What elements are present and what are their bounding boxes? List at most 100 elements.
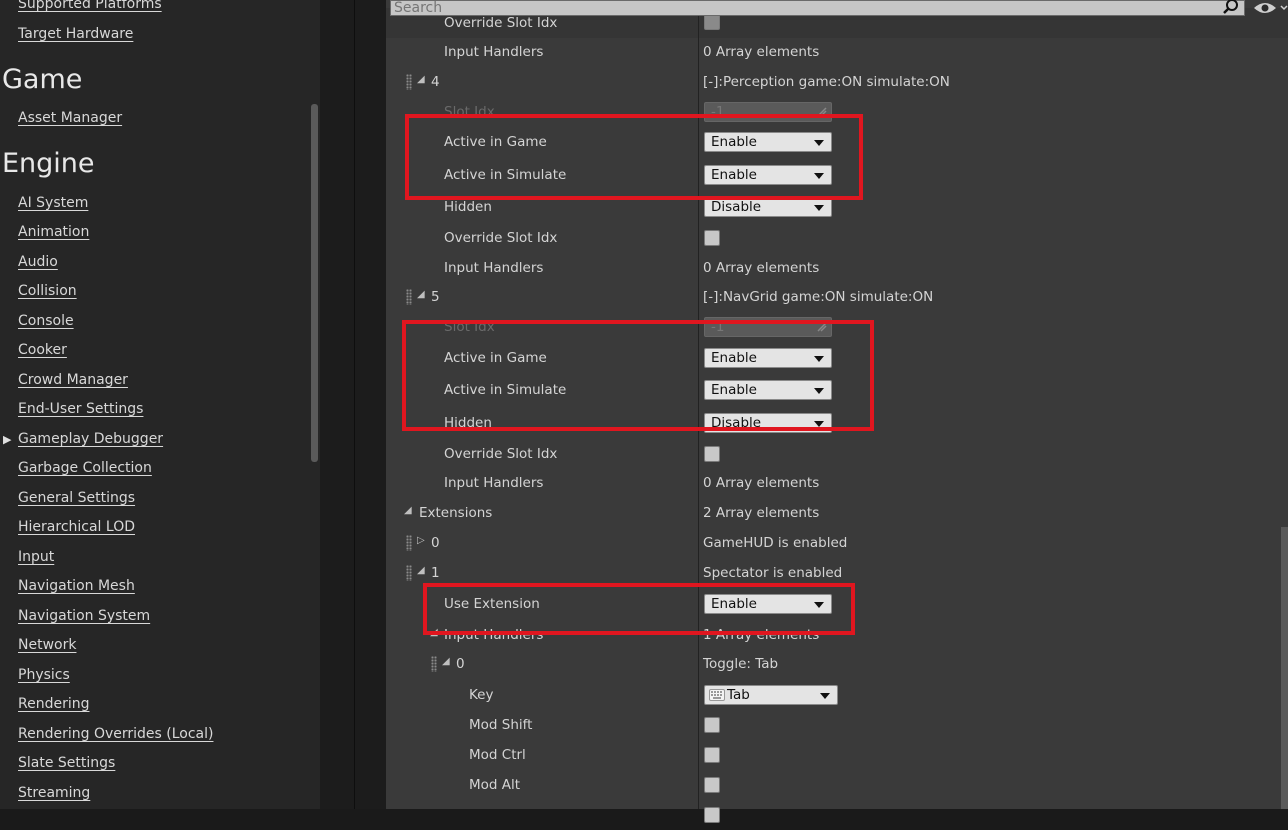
element-index: 0	[431, 535, 440, 551]
sidebar-item-cooker[interactable]: Cooker	[18, 342, 67, 358]
collapse-arrow-icon[interactable]: ◢	[417, 565, 425, 576]
property-label: Input Handlers	[444, 260, 544, 276]
array-element-row[interactable]: ◢ 1 Spectator is enabled	[386, 558, 1288, 588]
dropdown-value: Tab	[727, 687, 750, 703]
sidebar-item-physics[interactable]: Physics	[18, 667, 70, 683]
active-in-game-dropdown[interactable]: Enable	[704, 132, 832, 152]
mod-shift-checkbox[interactable]	[704, 717, 720, 733]
sidebar-item-garbage-collection[interactable]: Garbage Collection	[18, 460, 152, 476]
sidebar-item-input[interactable]: Input	[18, 549, 54, 565]
property-row: Active in Simulate Enable	[386, 375, 1288, 405]
sidebar-item-supported-platforms[interactable]: Supported Platforms	[18, 0, 162, 12]
column-divider[interactable]	[698, 0, 699, 809]
sidebar-item-general-settings[interactable]: General Settings	[18, 490, 135, 506]
dropdown-value: Disable	[711, 199, 762, 215]
active-in-simulate-dropdown[interactable]: Enable	[704, 165, 832, 185]
input-handlers-row[interactable]: ◢ Input Handlers 1 Array elements	[386, 620, 1288, 650]
sidebar-item-console[interactable]: Console	[18, 313, 74, 329]
active-in-game-dropdown[interactable]: Enable	[704, 348, 832, 368]
chevron-down-icon	[814, 421, 824, 427]
property-row: Mod Ctrl	[386, 740, 1288, 770]
collapse-arrow-icon[interactable]: ◢	[417, 289, 425, 300]
use-extension-dropdown[interactable]: Enable	[704, 594, 832, 614]
property-row: Override Slot Idx	[386, 223, 1288, 253]
details-scrollbar[interactable]	[1281, 527, 1288, 809]
drag-handle-icon[interactable]	[431, 656, 437, 672]
property-row: Input Handlers 0 Array elements	[386, 468, 1288, 498]
element-summary: Spectator is enabled	[703, 565, 843, 581]
collapse-arrow-icon[interactable]: ◢	[430, 627, 438, 638]
property-row: Input Handlers 0 Array elements	[386, 37, 1288, 67]
chevron-down-icon	[814, 205, 824, 211]
drag-handle-icon[interactable]	[406, 565, 412, 581]
slot-idx-field: -1	[704, 317, 832, 337]
override-slot-idx-checkbox[interactable]	[704, 230, 720, 246]
property-label: Key	[469, 687, 494, 703]
drag-handle-icon[interactable]	[406, 535, 412, 551]
property-label: Active in Game	[444, 350, 547, 366]
keyboard-icon	[709, 689, 725, 701]
hidden-dropdown[interactable]: Disable	[704, 413, 832, 433]
extensions-category-row[interactable]: ◢ Extensions 2 Array elements	[386, 498, 1288, 528]
sidebar-item-streaming[interactable]: Streaming	[18, 785, 90, 801]
checkbox[interactable]	[704, 807, 720, 823]
key-selector-dropdown[interactable]: Tab	[704, 685, 838, 705]
active-in-simulate-dropdown[interactable]: Enable	[704, 380, 832, 400]
sidebar-item-gameplay-debugger[interactable]: Gameplay Debugger	[18, 431, 163, 447]
property-row: Use Extension Enable	[386, 589, 1288, 619]
sidebar-item-rendering[interactable]: Rendering	[18, 696, 90, 712]
property-label: Override Slot Idx	[444, 446, 558, 462]
sidebar-item-collision[interactable]: Collision	[18, 283, 77, 299]
slot-idx-field: -1	[704, 102, 832, 122]
sidebar-item-target-hardware[interactable]: Target Hardware	[18, 26, 133, 42]
array-element-row[interactable]: ▷ 0 GameHUD is enabled	[386, 528, 1288, 558]
property-label: Override Slot Idx	[444, 15, 558, 31]
sidebar-item-end-user-settings[interactable]: End-User Settings	[18, 401, 143, 417]
array-element-row[interactable]: ◢ 5 [-]:NavGrid game:ON simulate:ON	[386, 282, 1288, 312]
sidebar-item-navigation-system[interactable]: Navigation System	[18, 608, 150, 624]
sidebar-item-asset-manager[interactable]: Asset Manager	[18, 110, 122, 126]
sidebar-item-navigation-mesh[interactable]: Navigation Mesh	[18, 578, 135, 594]
sidebar-item-network[interactable]: Network	[18, 637, 76, 653]
property-row: Override Slot Idx	[386, 439, 1288, 469]
sidebar-item-ai-system[interactable]: AI System	[18, 195, 88, 211]
dropdown-value: Disable	[711, 415, 762, 431]
array-element-row[interactable]: ◢ 0 Toggle: Tab	[386, 649, 1288, 679]
collapse-arrow-icon[interactable]: ◢	[417, 74, 425, 85]
property-value: 0 Array elements	[703, 44, 820, 60]
sidebar-item-slate-settings[interactable]: Slate Settings	[18, 755, 115, 771]
mod-alt-checkbox[interactable]	[704, 777, 720, 793]
chevron-down-icon	[814, 140, 824, 146]
sidebar-item-rendering-overrides[interactable]: Rendering Overrides (Local)	[18, 726, 213, 742]
sidebar-item-crowd-manager[interactable]: Crowd Manager	[18, 372, 128, 388]
collapse-arrow-icon[interactable]: ◢	[404, 505, 412, 516]
search-icon[interactable]	[1222, 0, 1240, 16]
sidebar-scrollbar[interactable]	[311, 104, 318, 462]
element-summary: GameHUD is enabled	[703, 535, 848, 551]
element-summary: [-]:NavGrid game:ON simulate:ON	[703, 289, 934, 305]
expand-arrow-icon[interactable]: ▶	[3, 433, 11, 446]
search-input[interactable]	[394, 0, 1214, 17]
property-label: Mod Shift	[469, 717, 533, 733]
element-index: 4	[431, 74, 440, 90]
eye-icon[interactable]	[1252, 0, 1288, 16]
property-row: Active in Game Enable	[386, 127, 1288, 157]
array-element-row[interactable]: ◢ 4 [-]:Perception game:ON simulate:ON	[386, 67, 1288, 97]
property-label: Slot Idx	[444, 319, 495, 335]
splitter-line[interactable]	[354, 0, 355, 809]
drag-handle-icon[interactable]	[406, 74, 412, 90]
collapse-arrow-icon[interactable]: ◢	[442, 656, 450, 667]
property-label: Hidden	[444, 199, 492, 215]
hidden-dropdown[interactable]: Disable	[704, 197, 832, 217]
expand-arrow-icon[interactable]: ▷	[417, 535, 425, 546]
property-label: Override Slot Idx	[444, 230, 558, 246]
property-row: Input Handlers 0 Array elements	[386, 253, 1288, 283]
mod-ctrl-checkbox[interactable]	[704, 747, 720, 763]
sidebar-item-hierarchical-lod[interactable]: Hierarchical LOD	[18, 519, 135, 535]
sidebar-item-audio[interactable]: Audio	[18, 254, 58, 270]
override-slot-idx-checkbox[interactable]	[704, 446, 720, 462]
property-row: Hidden Disable	[386, 408, 1288, 438]
sidebar-item-animation[interactable]: Animation	[18, 224, 89, 240]
drag-handle-icon[interactable]	[406, 289, 412, 305]
chevron-down-icon	[814, 173, 824, 179]
